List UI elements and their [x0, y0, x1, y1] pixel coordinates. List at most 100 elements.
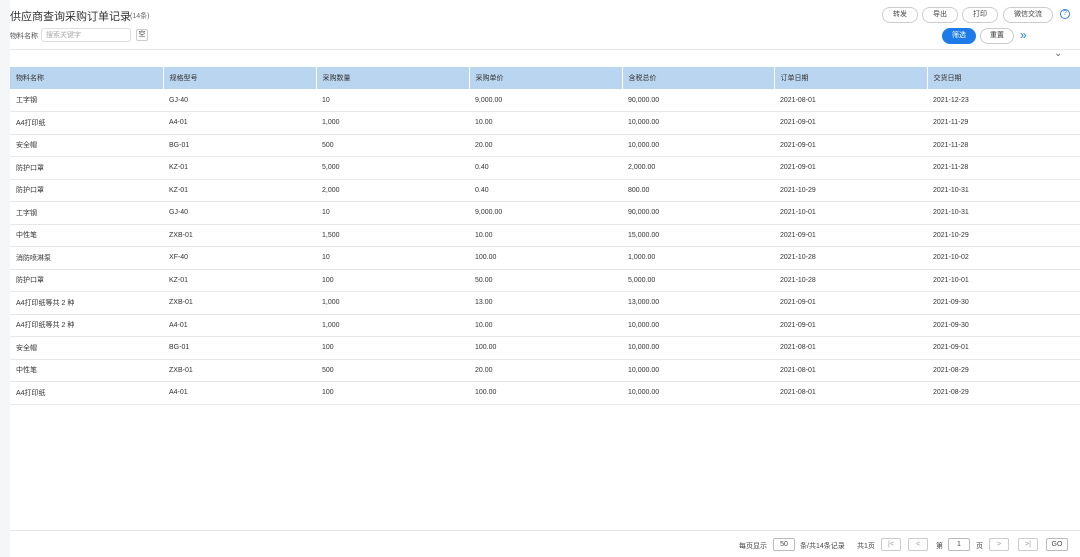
- go-button[interactable]: GO: [1046, 538, 1068, 551]
- table-cell: KZ-01: [163, 179, 316, 202]
- record-count: (14条): [130, 13, 150, 20]
- expand-icon[interactable]: »: [1020, 28, 1027, 42]
- table-cell: 20.00: [469, 134, 622, 157]
- table-cell: A4打印纸等共 2 种: [10, 314, 163, 337]
- table-cell: 防护口罩: [10, 156, 163, 180]
- first-page-button[interactable]: |<: [881, 538, 901, 551]
- page: 供应商查询采购订单记录 (14条) 物料名称 空 转发 导出 打印 微信交流 ?…: [0, 0, 1080, 557]
- table-cell: 2021-10-28: [774, 269, 927, 292]
- table-cell: 10,000.00: [622, 359, 774, 382]
- table-cell: XF-40: [163, 246, 316, 270]
- table-row[interactable]: 中性笔 ZXB-01 1,500 10.00 15,000.00 2021-09-01 20…: [10, 224, 1080, 247]
- table-cell: ZXB-01: [163, 359, 316, 382]
- table-cell: 9,000.00: [469, 89, 622, 112]
- table-cell: 0.40: [469, 179, 622, 202]
- table-cell: 10,000.00: [622, 336, 774, 360]
- print-button[interactable]: 打印: [962, 7, 998, 23]
- clear-button[interactable]: 空: [136, 29, 148, 41]
- table-cell: 1,000.00: [622, 246, 774, 270]
- table-cell: A4-01: [163, 314, 316, 337]
- table-row[interactable]: 防护口罩 KZ-01 100 50.00 5,000.00 2021-10-28 2021-…: [10, 269, 1080, 292]
- table-cell: 2021-09-01: [774, 224, 927, 247]
- table-header-row: 物料名称 规格型号 采购数量 采购单价 含税总价 订单日期 交货日期: [10, 67, 1080, 89]
- table-cell: ZXB-01: [163, 224, 316, 247]
- table-row[interactable]: A4打印纸等共 2 种 A4-01 1,000 10.00 10,000.00 2021-…: [10, 314, 1080, 337]
- help-icon[interactable]: ?: [1060, 9, 1070, 19]
- table-row[interactable]: 工字钢 GJ-40 10 9,000.00 90,000.00 2021-10-01 202…: [10, 201, 1080, 225]
- table-cell: 2021-08-01: [774, 336, 927, 360]
- table-cell: 1,000: [316, 314, 469, 337]
- chevron-down-icon[interactable]: ⌄: [1054, 48, 1062, 59]
- table-cell: 2021-11-28: [927, 156, 1080, 180]
- table-row[interactable]: 防护口罩 KZ-01 2,000 0.40 800.00 2021-10-29 2021-1…: [10, 179, 1080, 202]
- table-cell: 消防喷淋泵: [10, 246, 163, 270]
- next-page-button[interactable]: >: [989, 538, 1009, 551]
- table-cell: 2021-09-01: [774, 156, 927, 180]
- table-cell: 20.00: [469, 359, 622, 382]
- wechat-button[interactable]: 微信交流: [1003, 7, 1053, 23]
- page-title: 供应商查询采购订单记录: [10, 11, 131, 23]
- table-cell: 10: [316, 201, 469, 225]
- column-header[interactable]: 采购数量: [316, 67, 470, 89]
- total-pages: 共1页: [857, 543, 875, 550]
- table-cell: 10.00: [469, 224, 622, 247]
- search-input[interactable]: [41, 28, 131, 42]
- filter-label-material: 物料名称: [10, 33, 38, 40]
- table-cell: 2021-09-01: [774, 314, 927, 337]
- table-cell: 2021-10-28: [774, 246, 927, 270]
- per-page-select[interactable]: 50: [773, 538, 795, 551]
- table-cell: 2021-08-01: [774, 359, 927, 382]
- page-number-input[interactable]: 1: [948, 538, 970, 551]
- table-row[interactable]: A4打印纸 A4-01 100 100.00 10,000.00 2021-08-01 20…: [10, 381, 1080, 405]
- table-row[interactable]: A4打印纸 A4-01 1,000 10.00 10,000.00 2021-09-01 2…: [10, 111, 1080, 135]
- column-header[interactable]: 含税总价: [622, 67, 775, 89]
- prev-page-button[interactable]: <: [908, 538, 928, 551]
- table-cell: 5,000.00: [622, 269, 774, 292]
- table-cell: 100.00: [469, 336, 622, 360]
- table-cell: 2021-11-29: [927, 111, 1080, 135]
- header: 供应商查询采购订单记录 (14条) 物料名称 空 转发 导出 打印 微信交流 ?…: [10, 0, 1080, 50]
- table-cell: 10,000.00: [622, 314, 774, 337]
- table-row[interactable]: 消防喷淋泵 XF-40 10 100.00 1,000.00 2021-10-28 2021…: [10, 246, 1080, 270]
- export-button[interactable]: 导出: [922, 7, 958, 23]
- table-cell: 2021-10-31: [927, 179, 1080, 202]
- column-header[interactable]: 交货日期: [927, 67, 1080, 89]
- table-row[interactable]: 安全帽 BG-01 100 100.00 10,000.00 2021-08-01 2021…: [10, 336, 1080, 360]
- table-cell: 2021-09-01: [927, 336, 1080, 360]
- column-header[interactable]: 规格型号: [163, 67, 317, 89]
- table-cell: 10: [316, 246, 469, 270]
- table-cell: 2021-09-01: [774, 111, 927, 135]
- table-cell: 10,000.00: [622, 111, 774, 135]
- column-header[interactable]: 采购单价: [469, 67, 623, 89]
- last-page-button[interactable]: >|: [1018, 538, 1038, 551]
- table-row[interactable]: 防护口罩 KZ-01 5,000 0.40 2,000.00 2021-09-01 2021…: [10, 156, 1080, 180]
- table-cell: KZ-01: [163, 156, 316, 180]
- reset-button[interactable]: 重置: [980, 28, 1014, 44]
- table-row[interactable]: 工字钢 GJ-40 10 9,000.00 90,000.00 2021-08-01 202…: [10, 89, 1080, 112]
- page-suffix: 页: [976, 543, 983, 550]
- table-row[interactable]: A4打印纸等共 2 种 ZXB-01 1,000 13.00 13,000.00 2021…: [10, 291, 1080, 315]
- forward-button[interactable]: 转发: [882, 7, 918, 23]
- column-header[interactable]: 物料名称: [10, 67, 164, 89]
- column-header[interactable]: 订单日期: [774, 67, 928, 89]
- table-row[interactable]: 安全帽 BG-01 500 20.00 10,000.00 2021-09-01 2021-…: [10, 134, 1080, 157]
- table-cell: ZXB-01: [163, 291, 316, 315]
- table-cell: 90,000.00: [622, 89, 774, 112]
- filter-button[interactable]: 筛选: [942, 28, 976, 44]
- table-cell: 工字钢: [10, 201, 163, 225]
- table-cell: 2021-08-29: [927, 359, 1080, 382]
- table-cell: 500: [316, 359, 469, 382]
- table-cell: 2021-10-29: [774, 179, 927, 202]
- table-cell: 2021-10-01: [774, 201, 927, 225]
- table-cell: 5,000: [316, 156, 469, 180]
- table-cell: 2021-08-29: [927, 381, 1080, 405]
- table-cell: 10,000.00: [622, 134, 774, 157]
- table-cell: GJ-40: [163, 89, 316, 112]
- table-cell: 2021-12-23: [927, 89, 1080, 112]
- table-cell: 800.00: [622, 179, 774, 202]
- table-cell: 13,000.00: [622, 291, 774, 315]
- pagination-bar: 每页显示 50 条/共14条记录 共1页 |< < 第 1 页 > >| GO: [10, 530, 1080, 557]
- table-cell: A4打印纸: [10, 111, 163, 135]
- table-cell: 1,500: [316, 224, 469, 247]
- table-row[interactable]: 中性笔 ZXB-01 500 20.00 10,000.00 2021-08-01 2021…: [10, 359, 1080, 382]
